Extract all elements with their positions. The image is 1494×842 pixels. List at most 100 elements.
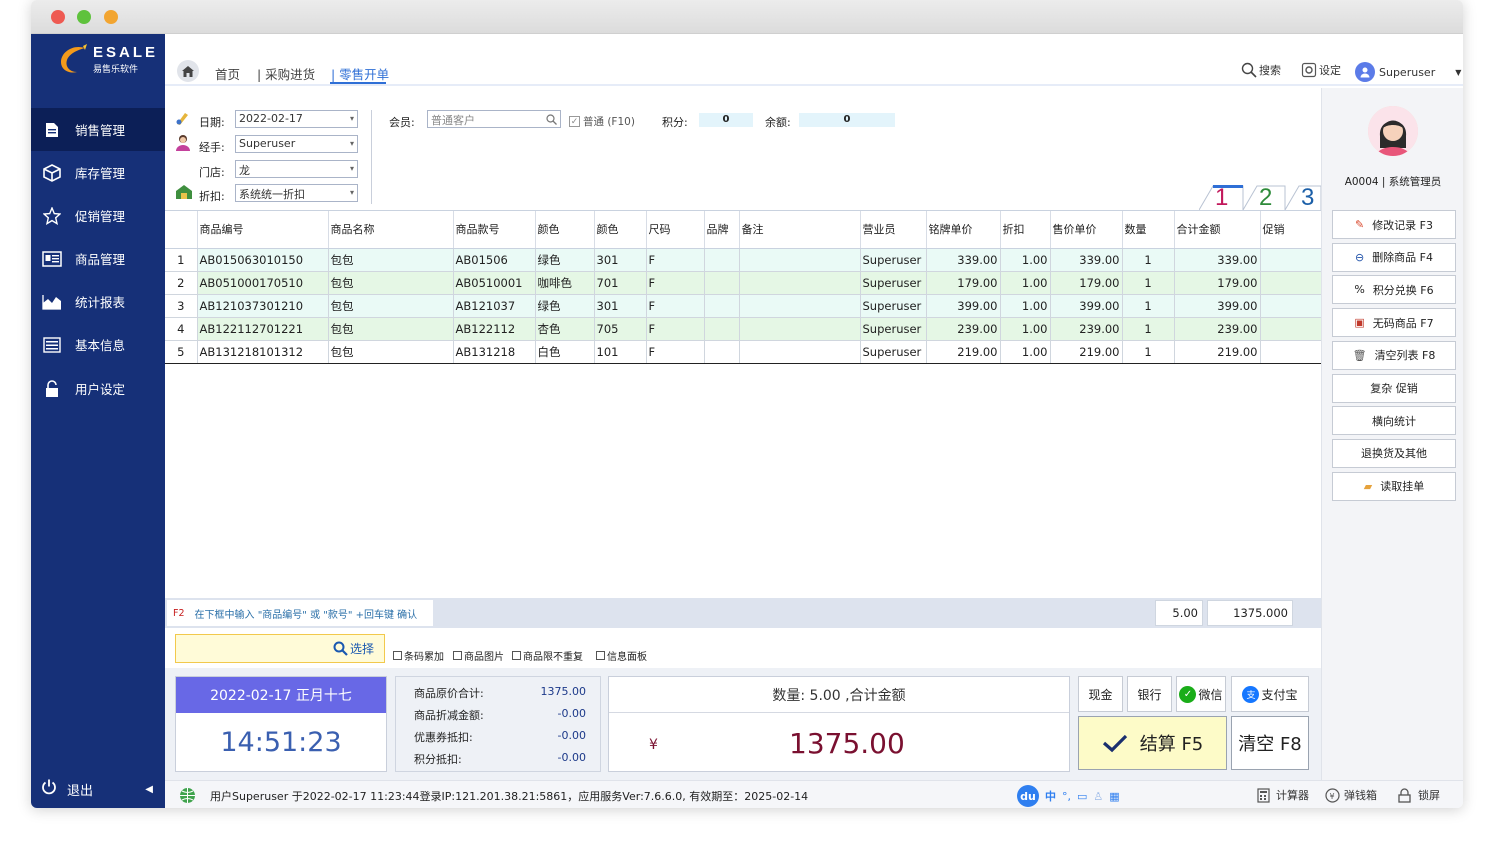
discount-field[interactable]: 系统统一折扣 ▾ — [235, 184, 358, 202]
sidebar-item-user-settings[interactable]: 用户设定 — [31, 367, 165, 410]
table-cell[interactable]: 1.00 — [1000, 271, 1051, 295]
chevron-down-icon[interactable]: ▼ — [1455, 68, 1461, 77]
table-cell[interactable]: 705 — [594, 317, 647, 341]
table-row[interactable]: 1 AB015063010150 包包 AB01506 绿色 301 F Superuser 3… — [165, 248, 1322, 272]
table-cell[interactable]: 301 — [594, 294, 647, 318]
table-cell[interactable]: 179.00 — [1050, 271, 1123, 295]
table-cell[interactable]: 301 — [594, 248, 647, 272]
side-action-button[interactable]: 复杂 促销 — [1332, 373, 1456, 403]
pay-cash-button[interactable]: 现金 — [1078, 676, 1123, 712]
table-cell[interactable]: Superuser — [860, 339, 927, 364]
side-action-button[interactable]: % 积分兑换 F6 — [1332, 275, 1456, 305]
table-cell[interactable]: 绿色 — [535, 294, 595, 318]
clear-button[interactable]: 清空 F8 — [1231, 716, 1309, 770]
column-header[interactable]: 促销 — [1260, 211, 1322, 249]
table-cell[interactable]: AB015063010150 — [197, 248, 329, 272]
table-cell[interactable]: 239.00 — [1050, 317, 1123, 341]
date-field[interactable]: 2022-02-17 ▾ — [235, 110, 358, 128]
table-cell[interactable]: 1.00 — [1000, 339, 1051, 364]
ime-mode-label[interactable]: 中 — [1045, 788, 1056, 804]
table-cell[interactable]: 杏色 — [535, 317, 595, 341]
table-row[interactable]: 3 AB121037301210 包包 AB121037 绿色 301 F Superuser… — [165, 294, 1322, 318]
table-cell[interactable]: 3 — [165, 294, 198, 318]
column-header[interactable]: 铭牌单价 — [926, 211, 1001, 249]
table-cell[interactable]: 1 — [1122, 271, 1175, 295]
table-cell[interactable]: 219.00 — [1050, 339, 1123, 364]
table-cell[interactable]: 1.00 — [1000, 317, 1051, 341]
side-action-button[interactable]: ✎ 修改记录 F3 — [1332, 210, 1456, 239]
column-header[interactable]: 合计金额 — [1174, 211, 1261, 249]
maximize-window-button[interactable] — [77, 10, 91, 24]
table-cell[interactable]: 2 — [165, 271, 198, 295]
sidebar-item-basic-info[interactable]: 基本信息 — [31, 323, 165, 366]
column-header[interactable]: 数量 — [1122, 211, 1175, 249]
column-header[interactable]: 营业员 — [860, 211, 927, 249]
table-cell[interactable]: 1.00 — [1000, 294, 1051, 318]
handler-field[interactable]: Superuser ▾ — [235, 135, 358, 153]
minimize-window-button[interactable] — [104, 10, 118, 24]
sidebar-item-promotion[interactable]: 促销管理 — [31, 194, 165, 237]
home-icon[interactable] — [177, 60, 199, 82]
table-cell[interactable]: F — [646, 294, 705, 318]
table-cell[interactable]: 包包 — [328, 339, 454, 364]
column-header[interactable]: 折扣 — [1000, 211, 1051, 249]
table-cell[interactable]: AB122112 — [453, 317, 536, 341]
table-row[interactable]: 4 AB122112701221 包包 AB122112 杏色 705 F Superuser… — [165, 317, 1322, 341]
barcode-input[interactable]: 选择 — [175, 634, 385, 663]
table-cell[interactable]: F — [646, 248, 705, 272]
table-cell[interactable]: 701 — [594, 271, 647, 295]
side-action-button[interactable]: ▣ 无码商品 F7 — [1332, 308, 1456, 338]
side-action-button[interactable]: ⊖ 删除商品 F4 — [1332, 242, 1456, 272]
table-cell[interactable] — [704, 339, 740, 364]
table-cell[interactable]: 179.00 — [1174, 271, 1261, 295]
side-action-button[interactable]: 退换货及其他 — [1332, 438, 1456, 468]
table-cell[interactable]: 1 — [1122, 317, 1175, 341]
select-button[interactable]: 选择 — [333, 640, 374, 657]
grid-icon[interactable]: ▦ — [1109, 790, 1119, 803]
table-cell[interactable]: AB131218 — [453, 339, 536, 364]
table-cell[interactable]: AB131218101312 — [197, 339, 329, 364]
checkbox-no-repeat[interactable]: 商品限不重复 — [512, 648, 583, 663]
tab-purchase[interactable]: | 采购进货 — [257, 64, 315, 83]
table-cell[interactable]: AB0510001 — [453, 271, 536, 295]
table-cell[interactable] — [739, 248, 861, 272]
checkbox-product-image[interactable]: 商品图片 — [453, 648, 504, 663]
table-cell[interactable] — [1260, 339, 1322, 364]
table-cell[interactable]: F — [646, 271, 705, 295]
column-header[interactable]: 售价单价 — [1050, 211, 1123, 249]
cashbox-button[interactable]: ¥ 弹钱箱 — [1325, 787, 1377, 803]
table-cell[interactable]: 339.00 — [1174, 248, 1261, 272]
sidebar-item-reports[interactable]: 统计报表 — [31, 280, 165, 323]
lock-screen-button[interactable]: 锁屏 — [1397, 787, 1440, 803]
table-cell[interactable]: 399.00 — [1050, 294, 1123, 318]
collapse-arrow-icon[interactable]: ◀ — [145, 784, 153, 795]
tab-retail-order[interactable]: | 零售开单 — [331, 64, 389, 83]
store-field[interactable]: 龙 ▾ — [235, 160, 358, 178]
table-cell[interactable]: 239.00 — [926, 317, 1001, 341]
close-window-button[interactable] — [51, 10, 65, 24]
table-cell[interactable]: AB122112701221 — [197, 317, 329, 341]
table-cell[interactable]: Superuser — [860, 248, 927, 272]
search-icon[interactable] — [546, 114, 557, 125]
column-header[interactable]: 颜色 — [535, 211, 595, 249]
sidebar-item-inventory[interactable]: 库存管理 — [31, 151, 165, 194]
checkbox-info-panel[interactable]: 信息面板 — [596, 648, 647, 663]
table-cell[interactable]: 1 — [1122, 294, 1175, 318]
column-header[interactable]: 商品名称 — [328, 211, 454, 249]
table-cell[interactable]: AB051000170510 — [197, 271, 329, 295]
order-tab-2[interactable]: 2 — [1259, 184, 1272, 211]
pay-wechat-button[interactable]: ✓ 微信 — [1176, 676, 1226, 712]
side-action-button[interactable]: 🗑 清空列表 F8 — [1332, 340, 1456, 370]
table-cell[interactable]: Superuser — [860, 317, 927, 341]
table-cell[interactable]: AB01506 — [453, 248, 536, 272]
table-cell[interactable]: 1 — [1122, 248, 1175, 272]
table-cell[interactable]: 包包 — [328, 271, 454, 295]
table-cell[interactable]: 1 — [1122, 339, 1175, 364]
table-cell[interactable] — [704, 248, 740, 272]
table-cell[interactable] — [704, 317, 740, 341]
table-cell[interactable]: 239.00 — [1174, 317, 1261, 341]
table-cell[interactable]: Superuser — [860, 271, 927, 295]
side-action-button[interactable]: 横向统计 — [1332, 406, 1456, 436]
member-search-input[interactable]: 普通客户 — [427, 110, 561, 128]
table-cell[interactable]: 1 — [165, 248, 198, 272]
